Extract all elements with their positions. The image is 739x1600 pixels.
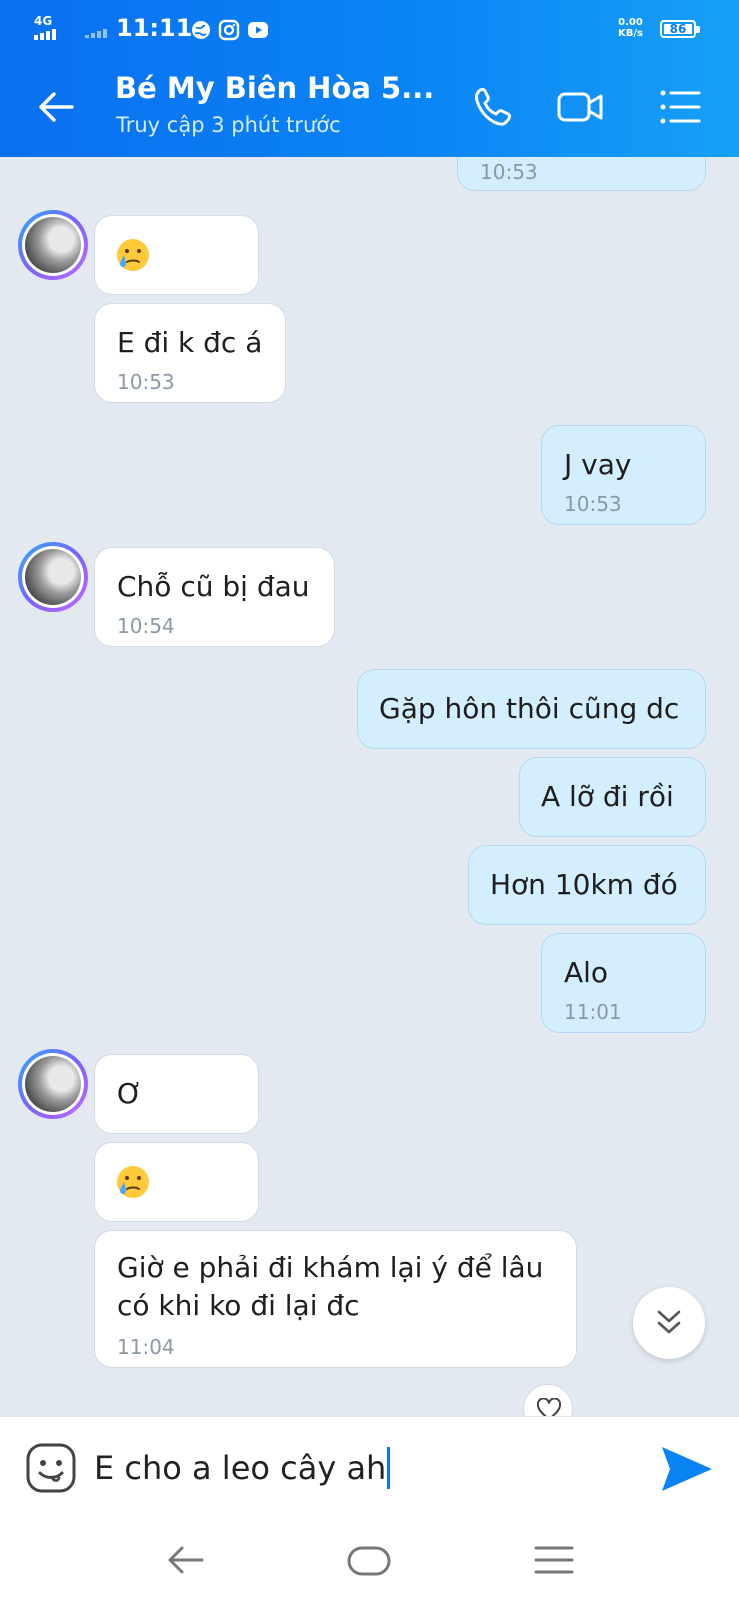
network-speed-unit: KB/s: [618, 28, 643, 39]
contact-name[interactable]: Bé My Biên Hòa 5...: [115, 71, 434, 105]
message-text-line1: Giờ e phải đi khám lại ý để lâu: [117, 1251, 544, 1284]
menu-list-icon[interactable]: [652, 79, 708, 135]
video-call-icon[interactable]: [553, 79, 609, 135]
message-bubble-outgoing[interactable]: 10:53: [457, 157, 706, 191]
chat-header: Bé My Biên Hòa 5... Truy cập 3 phút trướ…: [0, 57, 739, 157]
double-chevron-down-icon: [657, 1310, 681, 1334]
system-nav-bar: [0, 1520, 739, 1600]
text-cursor: [387, 1447, 390, 1489]
message-time: 10:54: [117, 614, 175, 638]
message-text: Ơ: [117, 1077, 143, 1110]
message-time: 10:53: [117, 370, 175, 394]
message-time: 10:53: [564, 492, 622, 516]
send-icon[interactable]: [656, 1439, 716, 1499]
signal-strength-icon: [34, 29, 56, 40]
avatar[interactable]: [18, 210, 88, 280]
sad-tear-emoji-icon: [117, 239, 149, 271]
nav-menu-icon[interactable]: [526, 1534, 582, 1586]
message-list[interactable]: 10:53 E đi k đc á 10:53 J vay 10:53 Chỗ …: [0, 157, 739, 1416]
signal-strength-2-icon: [85, 29, 107, 38]
network-type: 4G: [34, 14, 53, 28]
battery-level: 86: [664, 23, 692, 35]
message-text-line2: có khi ko đi lại đc: [117, 1289, 360, 1322]
sticker-face-icon[interactable]: [24, 1441, 78, 1495]
message-bubble-incoming[interactable]: Ơ: [94, 1054, 259, 1134]
message-time: 11:04: [117, 1335, 175, 1359]
message-text: Chỗ cũ bị đau: [117, 570, 310, 603]
back-arrow-icon[interactable]: [30, 79, 86, 135]
composer-bar: [0, 1416, 739, 1520]
message-bubble-incoming[interactable]: [94, 1142, 259, 1222]
sad-tear-emoji-icon: [117, 1166, 149, 1198]
status-bar: 4G 11:11 0.00 KB/s 86: [0, 0, 739, 57]
message-bubble-outgoing[interactable]: A lỡ đi rồi: [519, 757, 706, 837]
youtube-icon: [248, 22, 268, 38]
message-text: A lỡ đi rồi: [541, 780, 674, 813]
network-speed-value: 0.00: [618, 17, 643, 28]
message-bubble-incoming[interactable]: Giờ e phải đi khám lại ý để lâu có khi k…: [94, 1230, 577, 1368]
message-bubble-outgoing[interactable]: J vay 10:53: [541, 425, 706, 525]
scroll-to-bottom-button[interactable]: [633, 1287, 705, 1359]
nav-back-icon[interactable]: [158, 1534, 214, 1586]
message-text: Alo: [564, 956, 609, 989]
message-bubble-incoming[interactable]: E đi k đc á 10:53: [94, 303, 286, 403]
message-bubble-outgoing[interactable]: Alo 11:01: [541, 933, 706, 1033]
globe-icon: [192, 21, 210, 39]
avatar[interactable]: [18, 542, 88, 612]
message-time: 10:53: [480, 160, 538, 184]
message-input[interactable]: [94, 1437, 614, 1499]
phone-icon[interactable]: [465, 79, 521, 135]
message-bubble-incoming[interactable]: [94, 215, 259, 295]
message-bubble-incoming[interactable]: Chỗ cũ bị đau 10:54: [94, 547, 335, 647]
network-speed: 0.00 KB/s: [618, 17, 643, 39]
top-bar: 4G 11:11 0.00 KB/s 86 Bé My Biên Hòa 5..…: [0, 0, 739, 157]
message-time: 11:01: [564, 1000, 622, 1024]
message-bubble-outgoing[interactable]: Gặp hôn thôi cũng dc: [357, 669, 706, 749]
message-text: Gặp hôn thôi cũng dc: [379, 692, 680, 725]
message-text: J vay: [564, 448, 632, 481]
clock: 11:11: [116, 14, 193, 42]
avatar[interactable]: [18, 1049, 88, 1119]
last-seen-status: Truy cập 3 phút trước: [116, 113, 341, 137]
message-text: Hơn 10km đó: [490, 868, 678, 901]
nav-home-icon[interactable]: [341, 1534, 397, 1586]
battery-icon: 86: [660, 20, 700, 38]
instagram-icon: [218, 19, 240, 41]
message-bubble-outgoing[interactable]: Hơn 10km đó: [468, 845, 706, 925]
message-text: E đi k đc á: [117, 326, 263, 359]
